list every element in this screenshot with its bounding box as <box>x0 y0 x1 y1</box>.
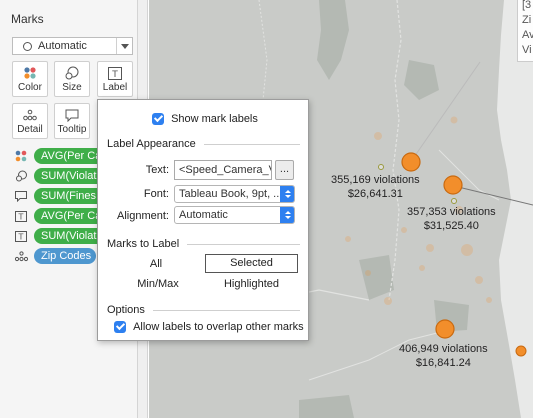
alignment-select-value: Automatic <box>179 209 228 221</box>
tooltip-button[interactable]: Tooltip <box>54 103 90 139</box>
label-icon: T <box>14 209 28 223</box>
selected-mark-dot <box>378 164 384 170</box>
label-button[interactable]: T Label <box>97 61 133 97</box>
label-button-label: Label <box>102 82 128 93</box>
zip-mark-406949 <box>435 319 455 339</box>
color-icon <box>22 66 38 80</box>
size-icon <box>64 66 80 80</box>
options-title: Options <box>107 304 145 316</box>
detail-icon <box>22 108 38 122</box>
mark-type-dropdown[interactable]: Automatic <box>12 37 133 55</box>
mark-label: 355,169 violations $26,641.31 <box>331 173 420 201</box>
tooltip-line: Zi <box>522 14 532 26</box>
color-icon <box>14 149 28 163</box>
detail-button[interactable]: Detail <box>12 103 48 139</box>
mark-label-fines: $26,641.31 <box>347 188 403 200</box>
svg-text:T: T <box>111 70 118 80</box>
map-tooltip: [3 Zi Av Vi <box>517 0 533 62</box>
font-select[interactable]: Tableau Book, 9pt, .. <box>174 185 295 203</box>
divider <box>187 243 300 245</box>
select-stepper-icon[interactable] <box>280 207 294 223</box>
chevron-down-icon[interactable] <box>116 38 132 54</box>
option-selected[interactable]: Selected <box>205 254 298 273</box>
label-appearance-section: Label Appearance <box>107 138 300 150</box>
alignment-select[interactable]: Automatic <box>174 206 295 224</box>
tooltip-line: Av <box>522 29 533 41</box>
circle-icon <box>23 41 32 51</box>
size-button[interactable]: Size <box>54 61 90 97</box>
svg-text:T: T <box>18 212 24 221</box>
font-select-value: Tableau Book, 9pt, .. <box>179 188 280 200</box>
mark-label: 357,353 violations $31,525.40 <box>407 205 496 233</box>
mark-type-value: Automatic <box>38 40 87 52</box>
pill-label: Zip Codes <box>34 248 96 264</box>
show-mark-labels-label: Show mark labels <box>171 113 258 125</box>
label-icon: T <box>14 229 28 243</box>
label-appearance-title: Label Appearance <box>107 138 196 150</box>
tooltip-button-label: Tooltip <box>57 124 87 135</box>
show-mark-labels-checkbox[interactable] <box>152 113 164 126</box>
color-button-label: Color <box>18 82 42 93</box>
zip-mark-partial <box>515 345 527 357</box>
tooltip-line: Vi <box>522 44 532 56</box>
tooltip-icon <box>14 189 28 203</box>
mark-label: 406,949 violations $16,841.24 <box>399 342 488 370</box>
allow-overlap-row[interactable]: Allow labels to overlap other marks <box>114 321 304 334</box>
zip-mark-355169 <box>401 152 421 172</box>
detail-icon <box>14 249 28 263</box>
tooltip-icon <box>64 108 80 122</box>
text-more-button[interactable]: ... <box>275 160 294 180</box>
label-icon: T <box>107 66 123 80</box>
detail-button-label: Detail <box>17 124 43 135</box>
zip-mark-357353 <box>443 175 463 195</box>
svg-text:T: T <box>18 232 24 241</box>
marks-card-title: Marks <box>11 12 44 26</box>
allow-overlap-label: Allow labels to overlap other marks <box>133 321 304 333</box>
size-button-label: Size <box>62 82 82 93</box>
marks-to-label-title: Marks to Label <box>107 238 180 250</box>
divider <box>152 309 300 311</box>
color-button[interactable]: Color <box>12 61 48 97</box>
size-icon <box>14 169 28 183</box>
alignment-field-label: Alignment: <box>117 210 169 222</box>
text-field[interactable]: <Speed_Camera_Vio <box>174 160 272 180</box>
option-min-max[interactable]: Min/Max <box>128 278 188 290</box>
mark-label-violations: 355,169 violations <box>331 174 420 186</box>
text-field-label: Text: <box>145 164 169 176</box>
options-section: Options <box>107 304 300 316</box>
mark-label-violations: 357,353 violations <box>407 206 496 218</box>
show-mark-labels-row[interactable]: Show mark labels <box>152 113 258 126</box>
select-stepper-icon[interactable] <box>280 186 294 202</box>
option-all[interactable]: All <box>134 258 178 270</box>
selected-mark-dot <box>451 198 457 204</box>
label-dialog: Show mark labels Label Appearance Text: … <box>97 99 309 341</box>
option-highlighted[interactable]: Highlighted <box>205 278 298 290</box>
marks-to-label-section: Marks to Label <box>107 238 300 250</box>
mark-label-violations: 406,949 violations <box>399 343 488 355</box>
tooltip-line: [3 <box>522 0 532 11</box>
divider <box>203 143 300 145</box>
mark-label-fines: $16,841.24 <box>415 357 471 369</box>
mark-label-fines: $31,525.40 <box>423 220 479 232</box>
font-field-label: Font: <box>143 188 169 200</box>
allow-overlap-checkbox[interactable] <box>114 321 126 334</box>
